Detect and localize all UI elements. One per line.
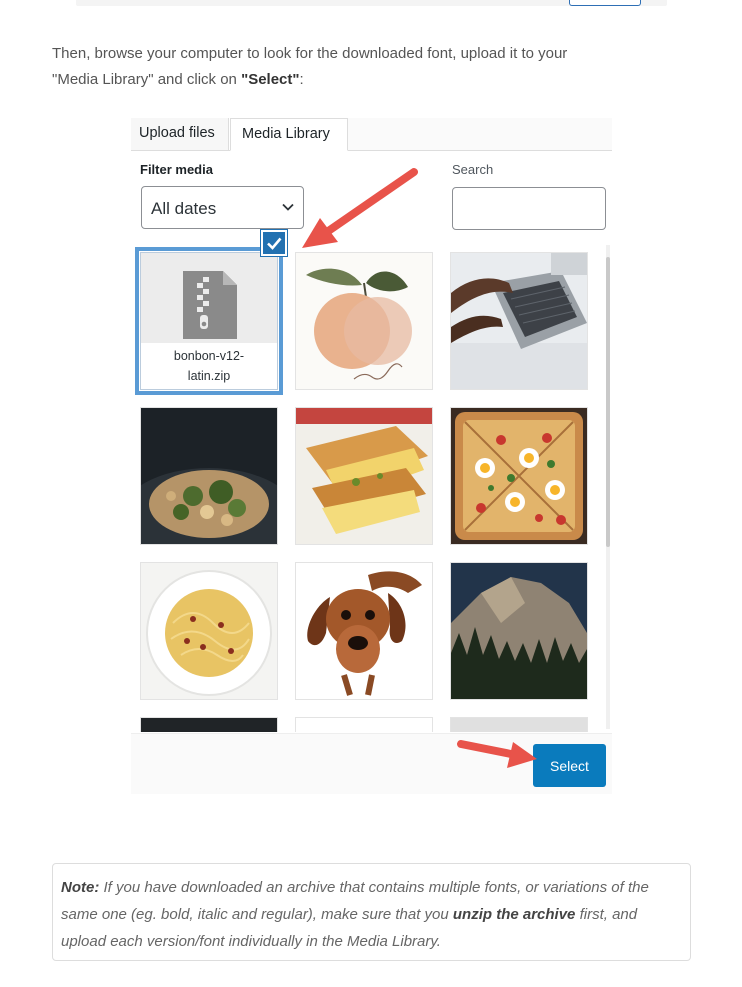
media-modal: Upload files Media Library Filter media … (131, 116, 612, 794)
media-tile-mountain[interactable] (450, 562, 588, 700)
file-name-line-2: latin.zip (187, 369, 231, 383)
broccoli-pasta-photo (141, 408, 277, 544)
selected-checkbox[interactable] (261, 230, 287, 256)
intro-paragraph: Then, browse your computer to look for t… (52, 41, 692, 93)
zip-file-icon (183, 271, 237, 339)
dachshund-photo (296, 563, 432, 699)
note-box: Note: If you have downloaded an archive … (52, 863, 691, 961)
mountain-forest-photo (451, 563, 587, 699)
media-tile-egg-pizza[interactable] (450, 407, 588, 545)
date-filter-select[interactable]: All dates (141, 186, 304, 229)
intro-select-emphasis: "Select" (241, 71, 300, 88)
media-tile-spaghetti[interactable] (140, 562, 278, 700)
spaghetti-photo (141, 563, 277, 699)
tab-bar-fill (348, 118, 612, 150)
file-name: bonbon-v12- latin.zip (141, 343, 277, 389)
media-tabs: Upload files Media Library (131, 116, 612, 151)
intro-line-2-suffix: : (299, 71, 304, 88)
chevron-down-icon (282, 203, 294, 211)
checkmark-icon (267, 237, 282, 250)
scrollbar-thumb[interactable] (606, 257, 610, 547)
tab-upload-files[interactable]: Upload files (131, 118, 229, 150)
filter-media-label: Filter media (140, 162, 213, 177)
search-label: Search (452, 162, 494, 177)
file-name-line-1: bonbon-v12- (173, 349, 245, 363)
media-tile-grilled-cheese[interactable] (295, 407, 433, 545)
note-emphasis: unzip the archive (452, 906, 576, 923)
intro-line-2-prefix: "Media Library" and click on (52, 71, 242, 88)
peach-illustration (296, 253, 432, 389)
date-filter-value: All dates (151, 199, 217, 218)
media-tile-broccoli-pasta[interactable] (140, 407, 278, 545)
search-input[interactable] (452, 187, 606, 230)
egg-pizza-photo (451, 408, 587, 544)
media-tile-row4-2[interactable] (295, 717, 433, 732)
select-button[interactable]: Select (533, 744, 606, 787)
media-tile-row4-3[interactable] (450, 717, 588, 732)
previous-section-button[interactable] (569, 0, 641, 6)
media-tile-peach[interactable] (295, 252, 433, 390)
laptop-typing-photo (451, 253, 587, 389)
media-tile-zip-selected[interactable]: bonbon-v12- latin.zip (140, 252, 278, 390)
grilled-cheese-photo (296, 408, 432, 544)
media-grid: bonbon-v12- latin.zip (131, 243, 612, 732)
file-thumbnail (141, 253, 277, 343)
note-label: Note: (61, 879, 100, 896)
media-tile-dachshund[interactable] (295, 562, 433, 700)
intro-line-1: Then, browse your computer to look for t… (52, 45, 568, 62)
tab-media-library[interactable]: Media Library (230, 118, 348, 151)
media-tile-row4-1[interactable] (140, 717, 278, 732)
modal-footer: Select (131, 733, 612, 794)
media-tile-laptop[interactable] (450, 252, 588, 390)
